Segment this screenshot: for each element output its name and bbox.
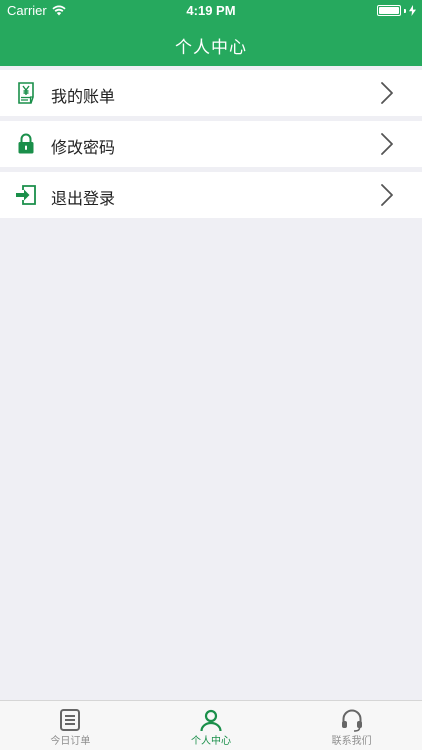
tab-label: 个人中心 (191, 736, 231, 747)
tab-personal-center[interactable]: 个人中心 (141, 701, 282, 750)
chevron-right-icon (381, 184, 393, 206)
orders-icon (60, 709, 81, 731)
tab-bar: 今日订单 个人中心 联系我们 (0, 700, 422, 750)
chevron-right-icon (381, 82, 393, 104)
battery-indicator (377, 5, 416, 16)
menu-item-logout[interactable]: 退出登录 (0, 172, 422, 218)
tab-label: 联系我们 (331, 736, 372, 747)
charging-bolt-icon (409, 5, 416, 16)
tab-contact-us[interactable]: 联系我们 (281, 701, 422, 750)
status-time: 4:19 PM (186, 3, 236, 18)
headset-icon (341, 709, 362, 732)
logout-icon (16, 185, 36, 205)
menu-item-label: 退出登录 (51, 189, 116, 208)
tab-todays-orders[interactable]: 今日订单 (0, 701, 141, 750)
battery-icon (377, 5, 401, 16)
chevron-right-icon (381, 133, 393, 155)
menu-item-label: 我的账单 (51, 87, 116, 106)
page-title: 个人中心 (175, 38, 247, 58)
lock-icon (18, 133, 34, 154)
header: Carrier 4:19 PM 个人中心 (0, 0, 422, 66)
bill-icon (18, 82, 34, 104)
person-icon (200, 709, 222, 732)
status-bar: Carrier 4:19 PM (0, 0, 422, 22)
tab-label: 今日订单 (50, 736, 91, 747)
menu-item-my-bill[interactable]: 我的账单 (0, 70, 422, 116)
menu-item-label: 修改密码 (51, 138, 116, 157)
menu-item-change-password[interactable]: 修改密码 (0, 121, 422, 167)
